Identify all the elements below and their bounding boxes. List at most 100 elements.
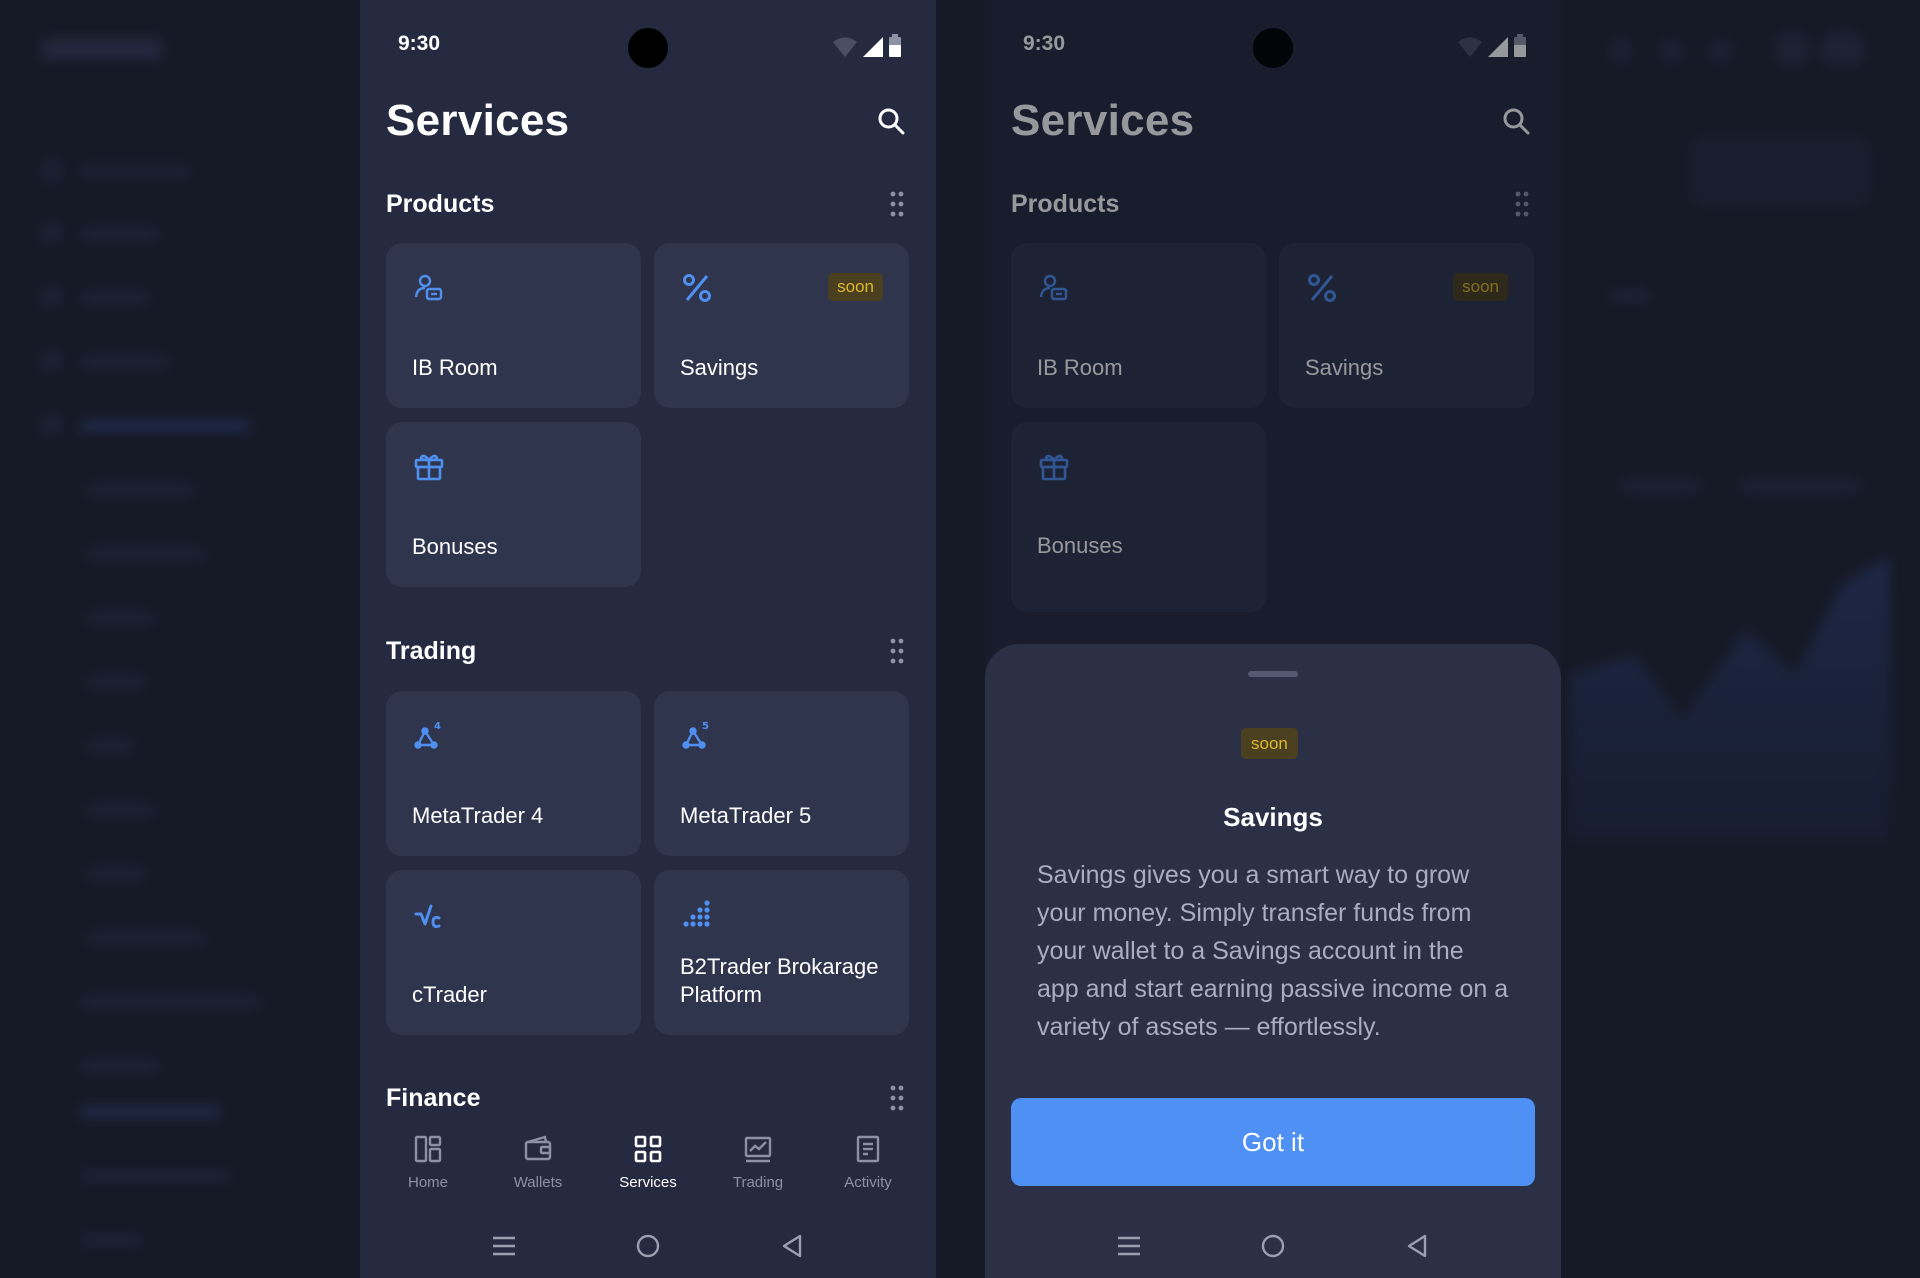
background-row	[85, 932, 205, 944]
sheet-drag-handle[interactable]	[1248, 671, 1298, 677]
background-icon	[40, 160, 62, 182]
background-row	[1620, 480, 1700, 492]
section-trading: Trading	[386, 634, 910, 668]
background-icon	[40, 414, 62, 436]
home-dashboard-icon	[414, 1135, 442, 1163]
background-icon	[1610, 40, 1632, 62]
back-triangle-icon	[1407, 1234, 1427, 1258]
card-label: IB Room	[412, 355, 498, 380]
background-row	[80, 165, 190, 177]
ib-room-icon	[414, 274, 443, 301]
search-button[interactable]	[874, 104, 908, 138]
svg-text:4: 4	[434, 721, 441, 732]
card-label: MetaTrader 4	[412, 803, 544, 828]
card-label: cTrader	[412, 982, 487, 1007]
card-ib-room[interactable]: IB Room	[386, 243, 641, 408]
background-row	[80, 1170, 230, 1182]
section-finance: Finance	[386, 1081, 910, 1115]
card-label: Savings	[680, 355, 759, 380]
background-row	[85, 484, 195, 496]
menu-lines-icon	[493, 1236, 515, 1256]
metatrader-5-icon: 5	[682, 721, 709, 749]
background-row	[85, 868, 145, 880]
card-label: Bonuses	[412, 534, 498, 559]
nav-wallets[interactable]: Wallets	[488, 1132, 588, 1191]
nav-label: Home	[407, 1174, 448, 1191]
status-time: 9:30	[398, 32, 441, 55]
background-row	[80, 292, 150, 304]
recent-apps-button[interactable]	[1109, 1226, 1149, 1266]
card-b2trader[interactable]: B2Trader Brokarage Platform	[654, 870, 909, 1035]
background-row	[1740, 480, 1860, 492]
home-button[interactable]	[628, 1226, 668, 1266]
savings-bottom-sheet: soon Savings Savings gives you a smart w…	[985, 644, 1561, 1278]
background-icon	[40, 350, 62, 372]
background-chart	[1570, 555, 1890, 840]
nav-home[interactable]: Home	[378, 1132, 478, 1191]
system-navigation-bar	[360, 1226, 936, 1266]
soon-badge: soon	[1241, 728, 1298, 759]
drag-handle-icon[interactable]	[884, 189, 910, 219]
activity-document-icon	[856, 1135, 880, 1163]
got-it-button[interactable]: Got it	[1011, 1098, 1535, 1186]
card-metatrader-4[interactable]: 4 MetaTrader 4	[386, 691, 641, 856]
phone-savings-sheet-screen: 9:30 Services Products IB Room soon Savi…	[985, 0, 1561, 1278]
page-title: Services	[386, 96, 570, 145]
drag-handle-icon[interactable]	[884, 636, 910, 666]
background-row	[80, 996, 260, 1008]
background-icon	[1710, 40, 1732, 62]
background-icon	[1820, 32, 1864, 66]
background-row	[85, 612, 155, 624]
nav-activity[interactable]: Activity	[818, 1132, 918, 1191]
bottom-navigation: Home Wallets Services Trading Activity	[360, 1126, 936, 1206]
circle-home-icon	[1261, 1234, 1285, 1258]
card-label: B2Trader Brokarage Platform	[680, 954, 879, 1007]
background-row	[80, 228, 160, 240]
drag-handle-icon[interactable]	[884, 1083, 910, 1113]
wallet-icon	[524, 1135, 552, 1161]
background-icon	[40, 286, 62, 308]
background-row	[80, 356, 170, 368]
background-icon	[40, 222, 62, 244]
section-title: Products	[386, 190, 495, 218]
home-button[interactable]	[1253, 1226, 1293, 1266]
card-ctrader[interactable]: cTrader	[386, 870, 641, 1035]
battery-icon	[889, 34, 901, 57]
sheet-title: Savings	[1223, 802, 1323, 832]
svg-text:5: 5	[702, 721, 709, 732]
nav-services[interactable]: Services	[598, 1132, 698, 1191]
nav-trading[interactable]: Trading	[708, 1132, 808, 1191]
section-title: Trading	[386, 637, 477, 665]
card-savings[interactable]: soon Savings	[654, 243, 909, 408]
back-triangle-icon	[782, 1234, 802, 1258]
system-navigation-bar	[985, 1226, 1561, 1266]
status-icons	[832, 34, 902, 58]
wifi-icon	[833, 37, 857, 57]
nav-label: Services	[619, 1174, 677, 1191]
section-products: Products	[386, 187, 910, 221]
back-button[interactable]	[1397, 1226, 1437, 1266]
recent-apps-button[interactable]	[484, 1226, 524, 1266]
ctrader-icon	[414, 904, 441, 928]
background-dashboard	[0, 0, 1920, 1278]
services-grid-icon	[634, 1135, 662, 1163]
menu-lines-icon	[1118, 1236, 1140, 1256]
background-logo	[42, 38, 162, 60]
signal-icon	[863, 37, 883, 57]
background-row	[80, 1106, 220, 1118]
camera-cutout	[628, 28, 668, 68]
background-row	[1610, 290, 1650, 302]
background-icon	[1660, 40, 1682, 62]
circle-home-icon	[636, 1234, 660, 1258]
background-icon	[1775, 32, 1809, 66]
background-row	[85, 804, 155, 816]
sheet-description: Savings gives you a smart way to grow yo…	[1037, 861, 1509, 1041]
card-bonuses[interactable]: Bonuses	[386, 422, 641, 587]
background-row	[85, 740, 135, 752]
phone-services-screen: 9:30 Services Products IB Room soon Savi…	[360, 0, 936, 1278]
percent-icon	[683, 274, 711, 302]
back-button[interactable]	[772, 1226, 812, 1266]
background-row	[80, 420, 250, 432]
background-row	[80, 1060, 160, 1072]
card-metatrader-5[interactable]: 5 MetaTrader 5	[654, 691, 909, 856]
